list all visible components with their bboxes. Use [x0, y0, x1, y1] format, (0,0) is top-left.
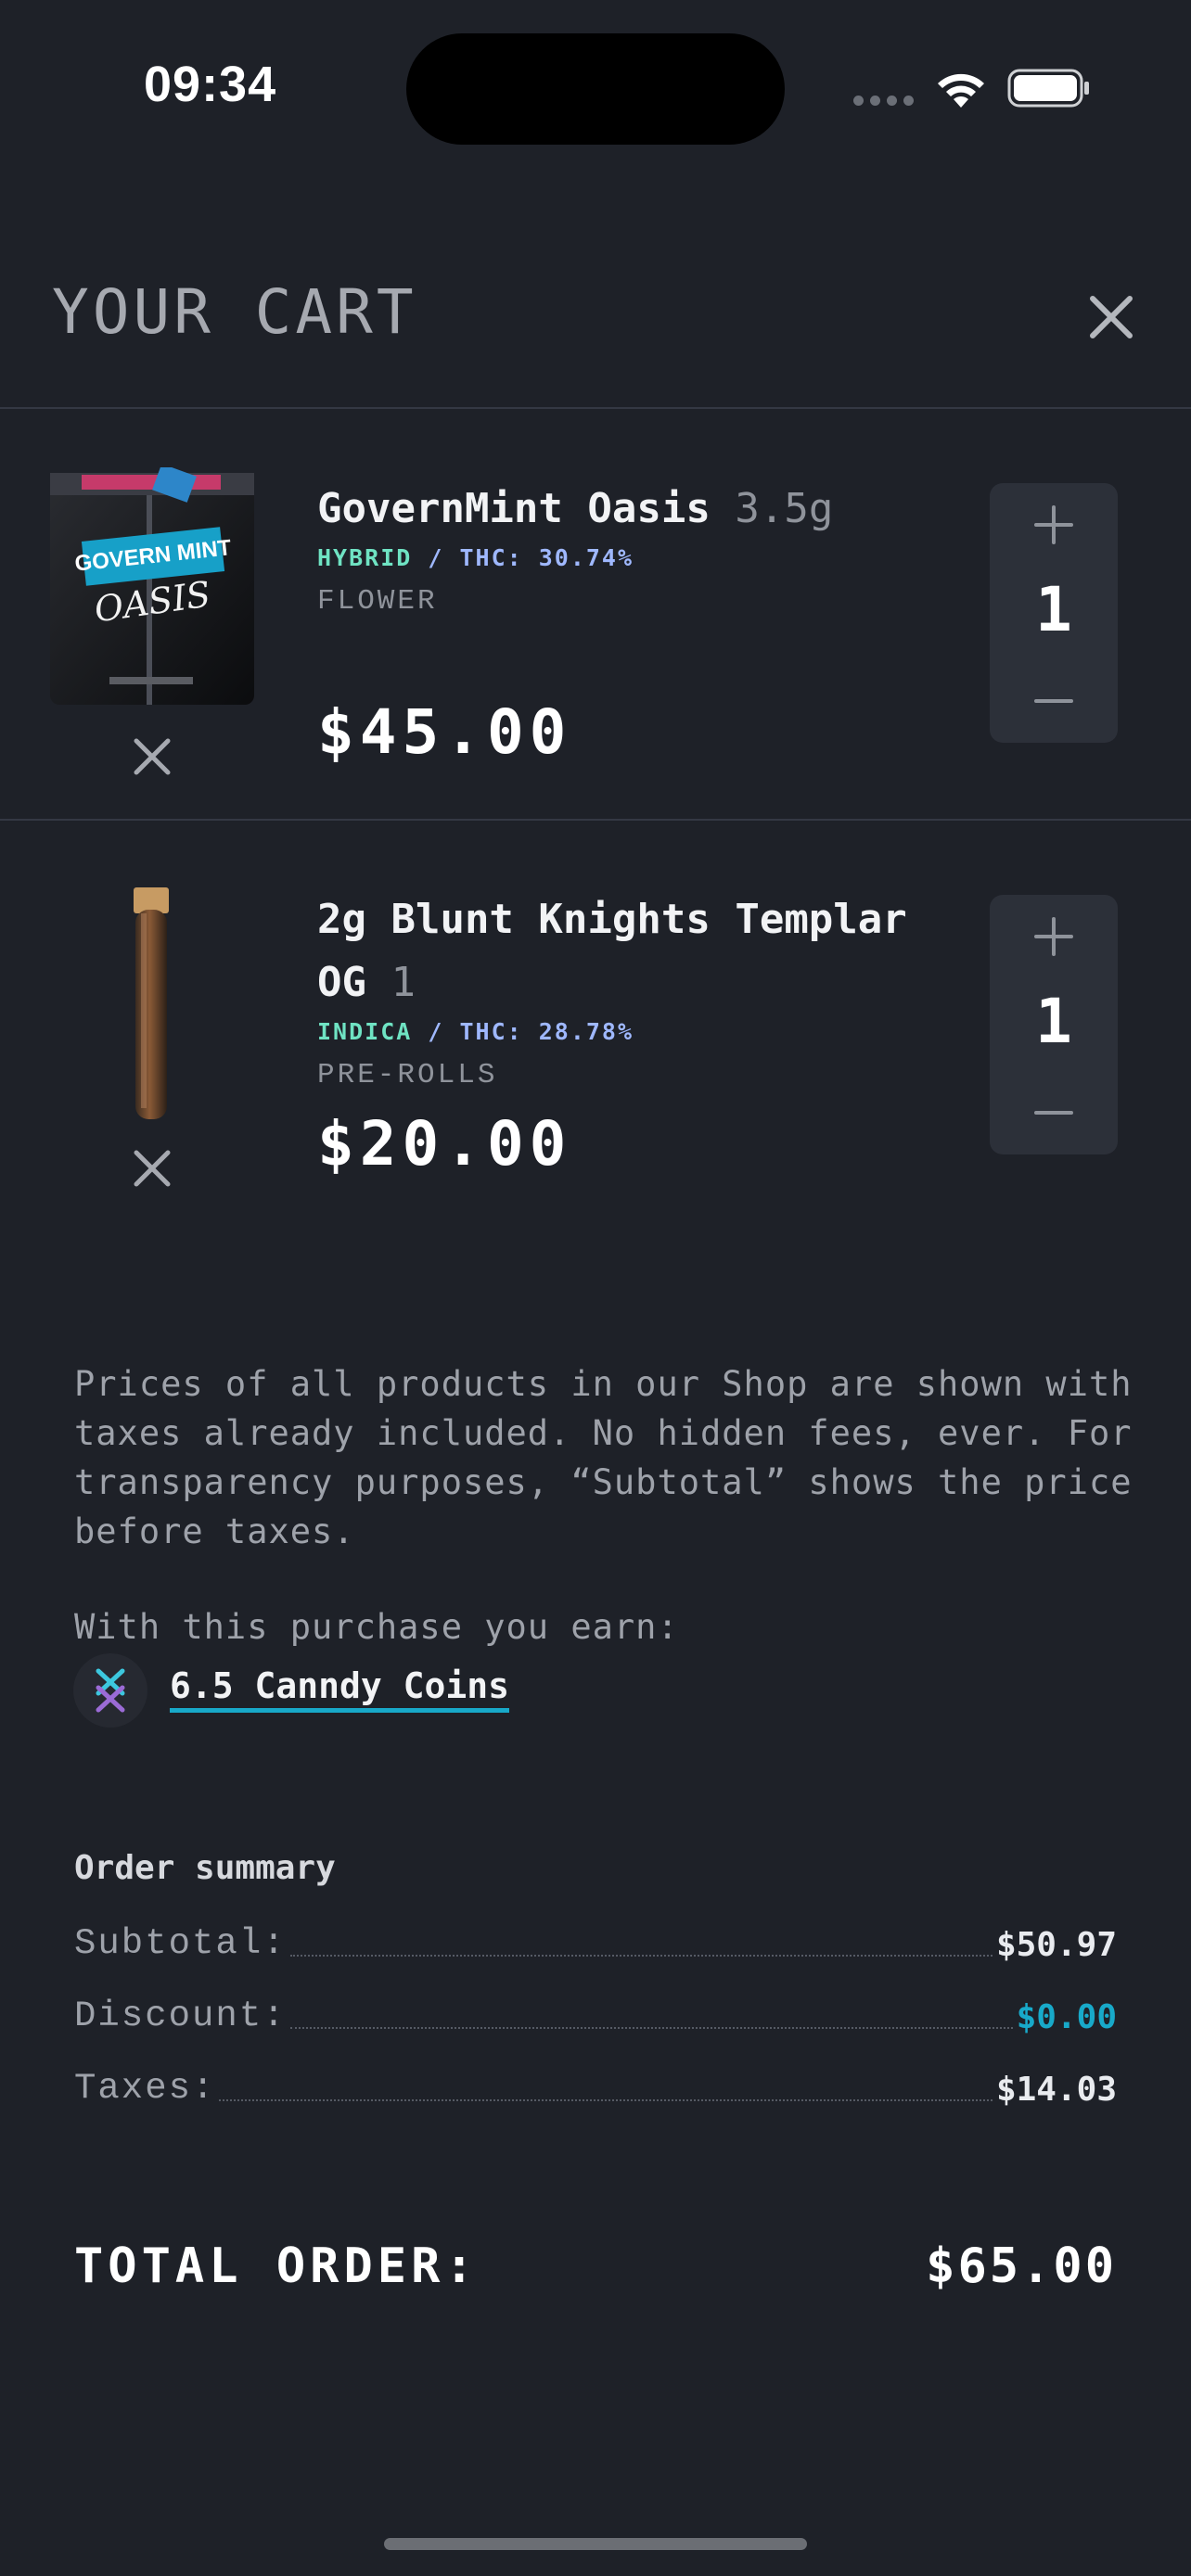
subtotal-row: Subtotal: $50.97 [74, 1918, 1117, 1964]
product-strain: INDICA / THC: 28.78% [317, 1018, 634, 1045]
wifi-icon [938, 73, 984, 108]
canndy-coin-icon [73, 1653, 147, 1728]
dotted-leader [219, 2099, 992, 2101]
quantity-stepper: 1 [990, 483, 1118, 743]
dotted-leader [289, 2027, 1013, 2029]
page-title: YOUR CART [52, 276, 417, 348]
remove-item-icon[interactable] [129, 733, 175, 780]
subtotal-label: Subtotal: [74, 1923, 287, 1964]
product-price: $45.00 [317, 696, 572, 768]
plus-icon[interactable] [1032, 915, 1075, 958]
tax-disclaimer: Prices of all products in our Shop are s… [74, 1364, 1133, 1551]
order-summary-heading: Order summary [74, 1849, 336, 1887]
flower-box-icon: GOVERN MINT OASIS [50, 467, 254, 705]
taxes-label: Taxes: [74, 2068, 216, 2109]
total-order-value: $65.00 [926, 2238, 1117, 2294]
remove-item-icon[interactable] [129, 1145, 175, 1192]
cellular-signal-icon [853, 96, 914, 106]
dotted-leader [289, 1955, 992, 1957]
taxes-row: Taxes: $14.03 [74, 2062, 1117, 2109]
taxes-value: $14.03 [995, 2071, 1117, 2109]
earn-label: With this purchase you earn: [74, 1607, 679, 1647]
product-name-text: GovernMint Oasis [317, 485, 711, 532]
cart-item: GOVERN MINT OASIS GovernMint Oasis 3.5g … [0, 409, 1191, 820]
discount-row: Discount: $0.00 [74, 1990, 1117, 2036]
pre-roll-tube-icon [134, 887, 169, 1119]
close-icon[interactable] [1085, 291, 1137, 343]
product-strain: HYBRID / THC: 30.74% [317, 544, 634, 571]
cart-item: 2g Blunt Knights Templar OG 1 INDICA / T… [0, 821, 1191, 1219]
thc-percentage: THC: 28.78% [459, 1018, 634, 1045]
discount-value: $0.00 [1016, 1998, 1117, 2036]
battery-icon [1007, 69, 1089, 108]
product-price: $20.00 [317, 1108, 572, 1180]
product-category: PRE-ROLLS [317, 1059, 498, 1091]
minus-icon[interactable] [1032, 680, 1075, 722]
quantity-value: 1 [1035, 574, 1072, 645]
canndy-coins-link[interactable]: 6.5 Canndy Coins [170, 1665, 510, 1713]
product-name[interactable]: GovernMint Oasis 3.5g [317, 478, 948, 541]
home-indicator[interactable] [384, 2538, 807, 2550]
dynamic-island [406, 33, 785, 145]
status-time: 09:34 [144, 57, 277, 112]
product-name[interactable]: 2g Blunt Knights Templar OG 1 [317, 888, 948, 1014]
product-category: FLOWER [317, 585, 438, 618]
minus-icon[interactable] [1032, 1091, 1075, 1134]
subtotal-value: $50.97 [995, 1926, 1117, 1964]
quantity-value: 1 [1035, 986, 1072, 1057]
discount-label: Discount: [74, 1996, 287, 2036]
quantity-stepper: 1 [990, 895, 1118, 1154]
plus-icon[interactable] [1032, 504, 1075, 546]
product-size: 3.5g [735, 485, 834, 532]
product-size: 1 [391, 959, 416, 1006]
strain-type: HYBRID [317, 544, 413, 571]
total-order-label: TOTAL ORDER: [74, 2238, 479, 2294]
thc-percentage: THC: 30.74% [459, 544, 634, 571]
strain-type: INDICA [317, 1018, 413, 1045]
